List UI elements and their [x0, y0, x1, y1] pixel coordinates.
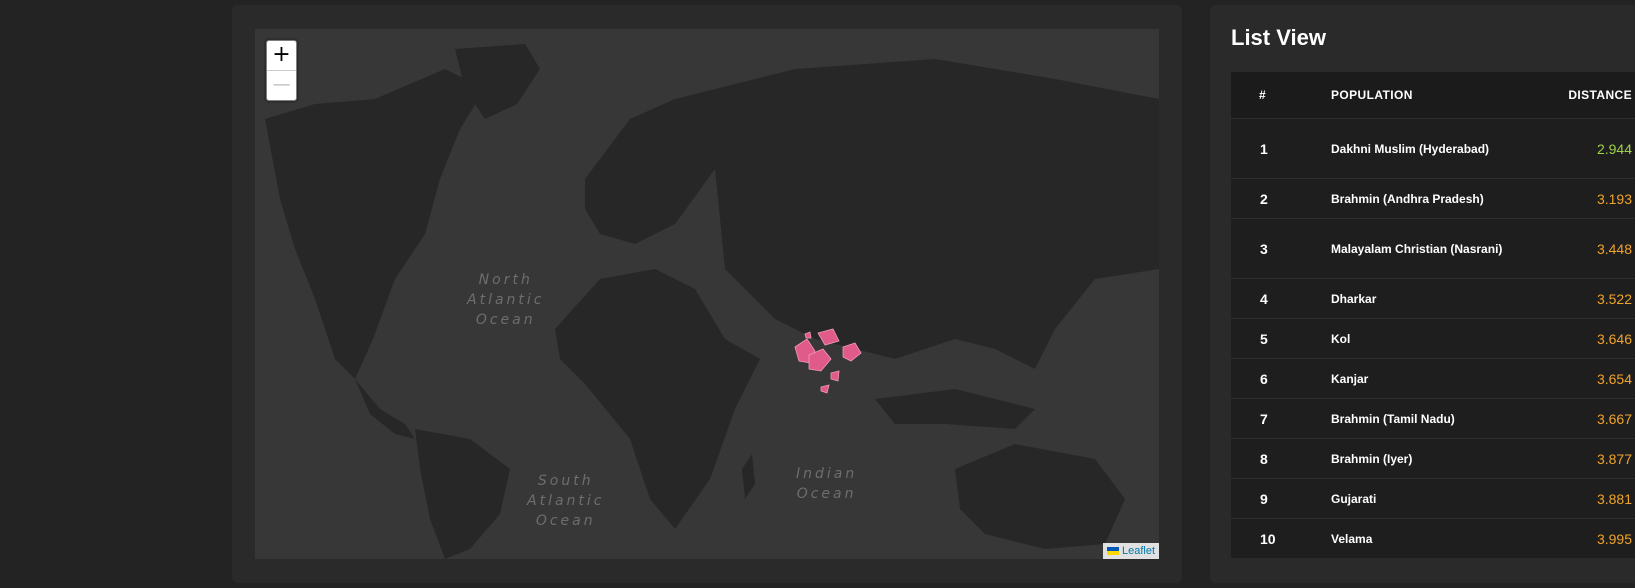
- row-population: Gujarati: [1331, 491, 1377, 506]
- list-view-title: List View: [1231, 25, 1326, 50]
- header-distance: DISTANCE: [1568, 88, 1632, 102]
- row-index: 10: [1260, 530, 1276, 547]
- row-population: Dakhni Muslim (Hyderabad): [1331, 141, 1490, 156]
- table-row[interactable]: 7 Brahmin (Tamil Nadu) 3.667: [1231, 398, 1635, 438]
- row-index: 2: [1260, 190, 1268, 207]
- ukraine-flag-icon: [1106, 547, 1119, 555]
- table-row[interactable]: 9 Gujarati 3.881: [1231, 478, 1635, 518]
- label-south-atlantic: South Atlantic Ocean: [527, 473, 605, 529]
- row-population: Kol: [1331, 331, 1351, 346]
- row-index: 8: [1260, 450, 1268, 467]
- population-table: # POPULATION DISTANCE 1 Dakhni Muslim (Hy…: [1231, 72, 1635, 558]
- row-distance: 3.448: [1596, 240, 1632, 257]
- table-row[interactable]: 8 Brahmin (Iyer) 3.877: [1231, 438, 1635, 478]
- row-index: 9: [1260, 490, 1268, 507]
- row-distance: 3.646: [1596, 330, 1632, 347]
- table-row[interactable]: 6 Kanjar 3.654: [1231, 358, 1635, 398]
- table-row[interactable]: 2 Brahmin (Andhra Pradesh) 3.193: [1231, 178, 1635, 218]
- row-distance: 3.654: [1596, 370, 1632, 387]
- row-index: 6: [1260, 370, 1268, 387]
- row-population: Dharkar: [1331, 291, 1377, 306]
- map-tiles: [265, 44, 1159, 559]
- row-population: Brahmin (Tamil Nadu): [1331, 411, 1455, 426]
- table-row[interactable]: 4 Dharkar 3.522: [1231, 278, 1635, 318]
- table-header: # POPULATION DISTANCE: [1231, 72, 1635, 118]
- row-index: 3: [1260, 240, 1268, 257]
- row-distance: 3.881: [1596, 490, 1632, 507]
- row-index: 7: [1260, 410, 1268, 427]
- row-distance: 3.522: [1596, 290, 1632, 307]
- table-body: 1 Dakhni Muslim (Hyderabad) 2.944 2 Brahmin …: [1231, 118, 1635, 558]
- row-distance: 2.944: [1596, 140, 1632, 157]
- table-row[interactable]: 1 Dakhni Muslim (Hyderabad) 2.944: [1231, 118, 1635, 178]
- table-row[interactable]: 3 Malayalam Christian (Nasrani) 3.448: [1231, 218, 1635, 278]
- row-distance: 3.667: [1596, 410, 1632, 427]
- map-card: + — North Atlantic Ocean South Atlantic …: [232, 5, 1182, 583]
- row-population: Malayalam Christian (Nasrani): [1331, 241, 1503, 256]
- map-attribution: Leaflet: [1102, 543, 1159, 559]
- world-map[interactable]: + — North Atlantic Ocean South Atlantic …: [255, 29, 1159, 559]
- leaflet-link[interactable]: Leaflet: [1122, 545, 1155, 557]
- row-population: Kanjar: [1331, 371, 1369, 386]
- row-index: 5: [1260, 330, 1268, 347]
- row-distance: 3.193: [1596, 190, 1632, 207]
- zoom-out-button[interactable]: —: [267, 70, 296, 99]
- row-distance: 3.995: [1596, 530, 1632, 547]
- list-view-panel: List View # POPULATION DISTANCE 1 Dakhni …: [1210, 5, 1635, 583]
- label-indian-ocean: Indian Ocean: [796, 466, 858, 502]
- zoom-control: + —: [266, 40, 297, 101]
- row-population: Brahmin (Andhra Pradesh): [1331, 191, 1484, 206]
- table-row[interactable]: 5 Kol 3.646: [1231, 318, 1635, 358]
- header-population: POPULATION: [1331, 88, 1413, 102]
- header-index: #: [1259, 88, 1267, 102]
- row-population: Velama: [1331, 531, 1373, 546]
- row-index: 4: [1260, 290, 1268, 307]
- label-north-atlantic: North Atlantic Ocean: [467, 272, 545, 328]
- zoom-in-button[interactable]: +: [267, 41, 296, 70]
- row-distance: 3.877: [1596, 450, 1632, 467]
- row-population: Brahmin (Iyer): [1331, 451, 1413, 466]
- table-row[interactable]: 10 Velama 3.995: [1231, 518, 1635, 558]
- row-index: 1: [1260, 140, 1268, 157]
